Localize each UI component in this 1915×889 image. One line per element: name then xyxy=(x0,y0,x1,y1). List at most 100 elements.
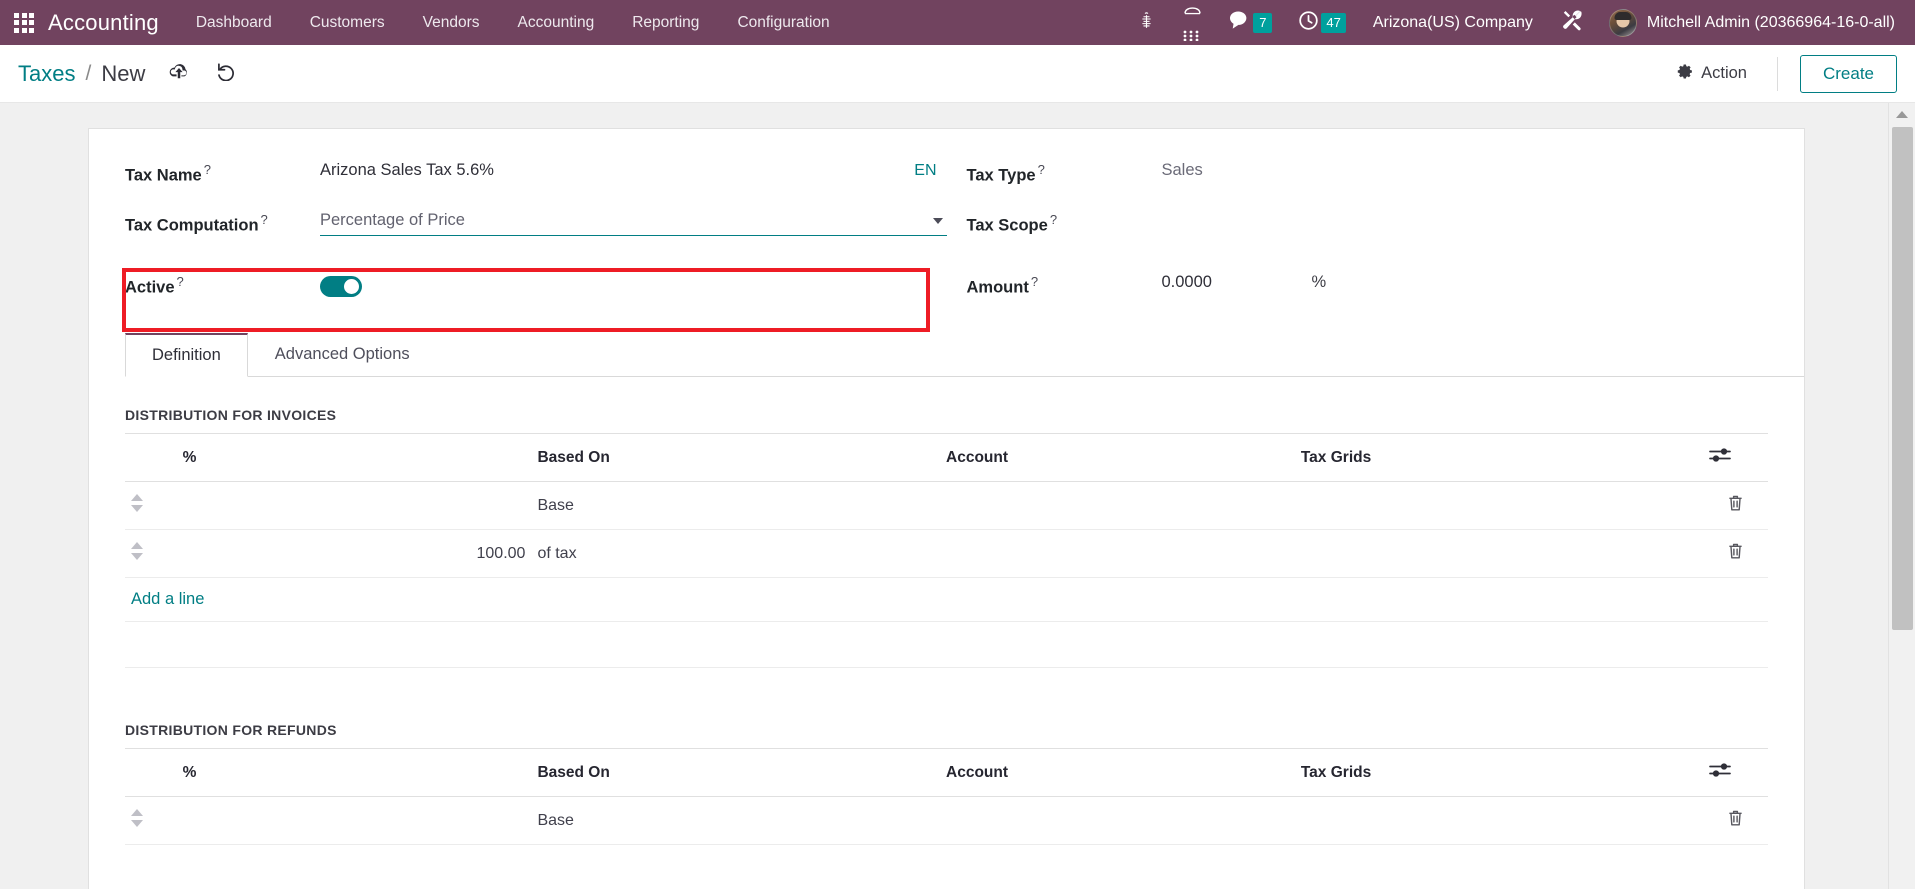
label-tax-type-text: Tax Type xyxy=(966,166,1036,185)
app-name[interactable]: Accounting xyxy=(48,10,159,36)
breadcrumb-taxes[interactable]: Taxes xyxy=(18,61,75,87)
cell-percent[interactable]: 100.00 xyxy=(176,529,532,578)
control-panel-actions: Action Create xyxy=(1667,45,1897,102)
cell-tax-grids[interactable] xyxy=(1294,529,1704,578)
action-menu-button[interactable]: Action xyxy=(1667,56,1769,92)
th-tax-grids[interactable]: Tax Grids xyxy=(1294,749,1704,797)
discard-changes-button[interactable] xyxy=(213,61,239,87)
help-tooltip-icon[interactable]: ? xyxy=(1038,162,1045,177)
content-area: Tax Name? Arizona Sales Tax 5.6% EN Tax … xyxy=(0,103,1915,889)
form-scroll-area: Tax Name? Arizona Sales Tax 5.6% EN Tax … xyxy=(0,103,1888,889)
clock-icon xyxy=(1298,10,1319,36)
invoices-section-title: DISTRIBUTION FOR INVOICES xyxy=(125,407,337,423)
scrollbar-up-button[interactable] xyxy=(1889,103,1915,125)
th-tax-grids[interactable]: Tax Grids xyxy=(1294,434,1704,482)
cell-account[interactable] xyxy=(940,796,1295,845)
amount-input[interactable]: 0.0000 xyxy=(1162,273,1312,292)
save-record-button[interactable] xyxy=(166,61,192,87)
value-active xyxy=(320,269,947,297)
notebook: Definition Advanced Options xyxy=(89,333,1804,377)
cell-based-on[interactable]: of tax xyxy=(531,529,941,578)
voip-button[interactable] xyxy=(1169,0,1216,45)
chevron-up-icon xyxy=(1896,110,1908,118)
cell-percent[interactable] xyxy=(176,481,532,530)
help-tooltip-icon[interactable]: ? xyxy=(1050,212,1057,227)
bug-icon xyxy=(1137,11,1156,35)
tax-name-input[interactable]: Arizona Sales Tax 5.6% xyxy=(320,161,914,180)
drag-handle-icon[interactable] xyxy=(131,809,145,827)
breadcrumb-separator: / xyxy=(85,61,92,85)
action-label: Action xyxy=(1701,64,1747,82)
cell-account[interactable] xyxy=(940,481,1295,530)
trash-icon[interactable] xyxy=(1727,543,1744,564)
label-amount: Amount? xyxy=(967,269,1162,298)
apps-grid-icon[interactable] xyxy=(14,12,34,33)
th-percent[interactable]: % xyxy=(176,434,532,482)
vertical-scrollbar[interactable] xyxy=(1888,103,1915,889)
cell-add-line: Add a line xyxy=(125,577,1768,622)
add-a-line-button[interactable]: Add a line xyxy=(131,590,204,608)
cell-based-on[interactable]: Base xyxy=(531,796,941,845)
active-toggle[interactable] xyxy=(320,276,362,297)
menu-item-configuration[interactable]: Configuration xyxy=(718,0,848,45)
help-tooltip-icon[interactable]: ? xyxy=(1031,274,1038,289)
field-row-tax-scope: Tax Scope? xyxy=(967,207,1805,257)
tools-button[interactable] xyxy=(1547,0,1597,45)
table-row[interactable]: Base xyxy=(125,481,1768,530)
undo-icon xyxy=(216,62,237,86)
table-header-row: % Based On Account Tax Grids xyxy=(125,749,1768,797)
cell-percent[interactable] xyxy=(176,796,532,845)
cell-tax-grids[interactable] xyxy=(1294,481,1704,530)
user-menu[interactable]: Mitchell Admin (20366964-16-0-all) xyxy=(1597,8,1901,37)
table-row[interactable]: Base xyxy=(125,796,1768,845)
debug-menu-button[interactable] xyxy=(1124,0,1169,45)
chevron-down-icon xyxy=(932,217,943,224)
menu-item-dashboard[interactable]: Dashboard xyxy=(177,0,291,45)
create-button[interactable]: Create xyxy=(1799,54,1897,93)
avatar xyxy=(1608,8,1637,37)
th-percent[interactable]: % xyxy=(176,749,532,797)
field-row-active: Active? xyxy=(125,257,947,315)
drag-handle-icon[interactable] xyxy=(131,494,145,512)
th-account[interactable]: Account xyxy=(940,749,1295,797)
scrollbar-thumb[interactable] xyxy=(1892,127,1913,630)
cell-based-on[interactable]: Base xyxy=(531,481,941,530)
toolbar-divider xyxy=(1776,56,1778,91)
value-tax-name: Arizona Sales Tax 5.6% EN xyxy=(320,157,947,180)
menu-item-customers[interactable]: Customers xyxy=(291,0,404,45)
cell-account[interactable] xyxy=(940,529,1295,578)
cell-tax-grids[interactable] xyxy=(1294,796,1704,845)
table-row[interactable]: 100.00 of tax xyxy=(125,529,1768,578)
th-based-on[interactable]: Based On xyxy=(531,749,941,797)
help-tooltip-icon[interactable]: ? xyxy=(261,212,268,227)
value-tax-scope[interactable] xyxy=(1162,207,1805,211)
help-tooltip-icon[interactable]: ? xyxy=(204,162,211,177)
company-switcher[interactable]: Arizona(US) Company xyxy=(1359,14,1547,32)
tax-computation-select[interactable]: Percentage of Price xyxy=(320,211,947,236)
tab-advanced-options[interactable]: Advanced Options xyxy=(248,333,437,377)
help-tooltip-icon[interactable]: ? xyxy=(177,274,184,289)
th-based-on[interactable]: Based On xyxy=(531,434,941,482)
sliders-optional-columns-icon[interactable] xyxy=(1709,448,1732,467)
sliders-optional-columns-icon[interactable] xyxy=(1709,763,1732,782)
messages-button[interactable]: 7 xyxy=(1216,0,1285,45)
th-optional-columns xyxy=(1703,434,1768,482)
th-account[interactable]: Account xyxy=(940,434,1295,482)
menu-item-vendors[interactable]: Vendors xyxy=(404,0,499,45)
activities-button[interactable]: 47 xyxy=(1285,0,1358,45)
value-tax-type[interactable]: Sales xyxy=(1162,157,1805,180)
refunds-section-title: DISTRIBUTION FOR REFUNDS xyxy=(125,722,337,738)
top-navbar: Accounting Dashboard Customers Vendors A… xyxy=(0,0,1915,45)
trash-icon[interactable] xyxy=(1727,495,1744,516)
field-row-tax-type: Tax Type? Sales xyxy=(967,157,1805,207)
menu-item-accounting[interactable]: Accounting xyxy=(499,0,614,45)
label-tax-computation: Tax Computation? xyxy=(125,207,320,236)
field-row-tax-name: Tax Name? Arizona Sales Tax 5.6% EN xyxy=(125,157,947,207)
cell-delete xyxy=(1703,481,1768,530)
menu-item-reporting[interactable]: Reporting xyxy=(613,0,718,45)
messages-badge: 7 xyxy=(1253,12,1273,33)
trash-icon[interactable] xyxy=(1727,810,1744,831)
drag-handle-icon[interactable] xyxy=(131,542,145,560)
translate-language-button[interactable]: EN xyxy=(914,162,946,180)
tab-definition[interactable]: Definition xyxy=(125,333,248,377)
